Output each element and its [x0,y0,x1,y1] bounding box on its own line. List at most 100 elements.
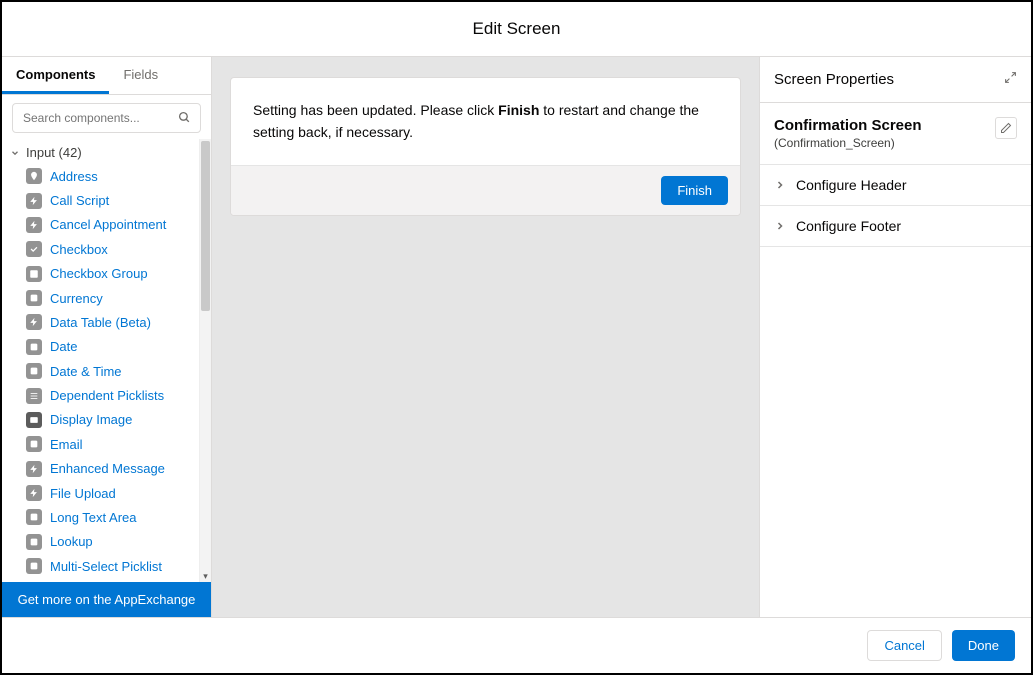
tab-components[interactable]: Components [2,57,109,94]
edit-screen-modal: Edit Screen Components Fields [0,0,1033,675]
edit-button[interactable] [995,117,1017,139]
tab-fields[interactable]: Fields [109,57,172,94]
component-label: Checkbox [50,242,108,257]
finish-button[interactable]: Finish [661,176,728,205]
component-item[interactable]: Address [6,164,199,188]
component-item[interactable]: Data Table (Beta) [6,310,199,334]
properties-header: Screen Properties [760,57,1031,103]
category-label: Input (42) [26,145,82,160]
component-label: Lookup [50,534,93,549]
modal-footer: Cancel Done [2,617,1031,673]
scrollbar-thumb[interactable] [201,141,210,311]
component-label: Currency [50,291,103,306]
screen-message: Setting has been updated. Please click F… [231,78,740,166]
component-label: Call Script [50,193,109,208]
component-item[interactable]: Email [6,432,199,456]
component-item[interactable]: File Upload [6,481,199,505]
screen-name-text: Confirmation Screen (Confirmation_Screen… [774,117,922,150]
cancel-button[interactable]: Cancel [867,630,941,661]
screen-name-block: Confirmation Screen (Confirmation_Screen… [760,103,1031,165]
component-label: Enhanced Message [50,461,165,476]
component-item[interactable]: Cancel Appointment [6,213,199,237]
component-label: Checkbox Group [50,266,148,281]
component-label: Email [50,437,83,452]
scrollbar[interactable]: ▾ [199,139,211,582]
cancel-label: Cancel [884,638,924,653]
component-label: Address [50,169,98,184]
component-icon [26,509,42,525]
component-label: Date [50,339,77,354]
component-icon [26,436,42,452]
component-list: Address Call Script Cancel Appointment Chec… [2,164,199,578]
component-icon [26,461,42,477]
category-input[interactable]: Input (42) [2,139,199,164]
component-item[interactable]: Lookup [6,530,199,554]
properties-title: Screen Properties [774,71,894,88]
component-label: File Upload [50,486,116,501]
done-button[interactable]: Done [952,630,1015,661]
component-item[interactable]: Enhanced Message [6,457,199,481]
component-icon [26,339,42,355]
search-wrap [2,95,211,139]
appexchange-label: Get more on the AppExchange [18,592,196,607]
component-icon [26,558,42,574]
component-icon [26,314,42,330]
component-label: Date & Time [50,364,122,379]
chevron-right-icon [774,220,786,232]
properties-panel: Screen Properties Confirmation Screen (C… [759,57,1031,617]
screen-label: Confirmation Screen [774,117,922,134]
tab-fields-label: Fields [123,67,158,82]
component-label: Multi-Select Picklist [50,559,162,574]
modal-title: Edit Screen [2,2,1031,57]
component-tree-wrap: Input (42) Address Call Script Cancel Appo… [2,139,211,582]
component-icon [26,412,42,428]
component-label: Data Table (Beta) [50,315,151,330]
chevron-right-icon [774,179,786,191]
component-item[interactable]: Checkbox [6,237,199,261]
component-icon [26,290,42,306]
component-icon [26,217,42,233]
configure-header-label: Configure Header [796,177,907,193]
component-item[interactable]: Long Text Area [6,505,199,529]
component-icon [26,363,42,379]
component-icon [26,168,42,184]
tab-components-label: Components [16,67,95,82]
expand-icon[interactable] [1004,71,1017,87]
component-label: Long Text Area [50,510,137,525]
component-item[interactable]: Currency [6,286,199,310]
component-label: Cancel Appointment [50,217,166,232]
configure-footer-label: Configure Footer [796,218,901,234]
component-icon [26,534,42,550]
component-icon [26,241,42,257]
scroll-down-arrow[interactable]: ▾ [200,570,211,582]
component-item[interactable]: Multi-Select Picklist [6,554,199,578]
msg-bold: Finish [498,102,539,118]
done-label: Done [968,638,999,653]
modal-body: Components Fields Inpu [2,57,1031,617]
screen-api-name: (Confirmation_Screen) [774,136,922,150]
component-item[interactable]: Dependent Picklists [6,383,199,407]
component-icon [26,193,42,209]
configure-footer-accordion[interactable]: Configure Footer [760,206,1031,247]
component-icon [26,388,42,404]
component-icon [26,266,42,282]
chevron-down-icon [10,148,20,158]
component-item[interactable]: Call Script [6,188,199,212]
search-input[interactable] [12,103,201,133]
screen-preview-card[interactable]: Setting has been updated. Please click F… [230,77,741,216]
component-label: Display Image [50,412,132,427]
appexchange-button[interactable]: Get more on the AppExchange [2,582,211,617]
component-item[interactable]: Display Image [6,408,199,432]
finish-button-label: Finish [677,183,712,198]
screen-canvas: Setting has been updated. Please click F… [212,57,759,617]
component-item[interactable]: Date [6,335,199,359]
screen-footer: Finish [231,166,740,215]
component-item[interactable]: Date & Time [6,359,199,383]
component-tree: Input (42) Address Call Script Cancel Appo… [2,139,199,582]
sidebar-tabs: Components Fields [2,57,211,95]
msg-pre: Setting has been updated. Please click [253,102,498,118]
component-icon [26,485,42,501]
component-item[interactable]: Checkbox Group [6,262,199,286]
configure-header-accordion[interactable]: Configure Header [760,165,1031,206]
modal-title-text: Edit Screen [473,19,561,39]
